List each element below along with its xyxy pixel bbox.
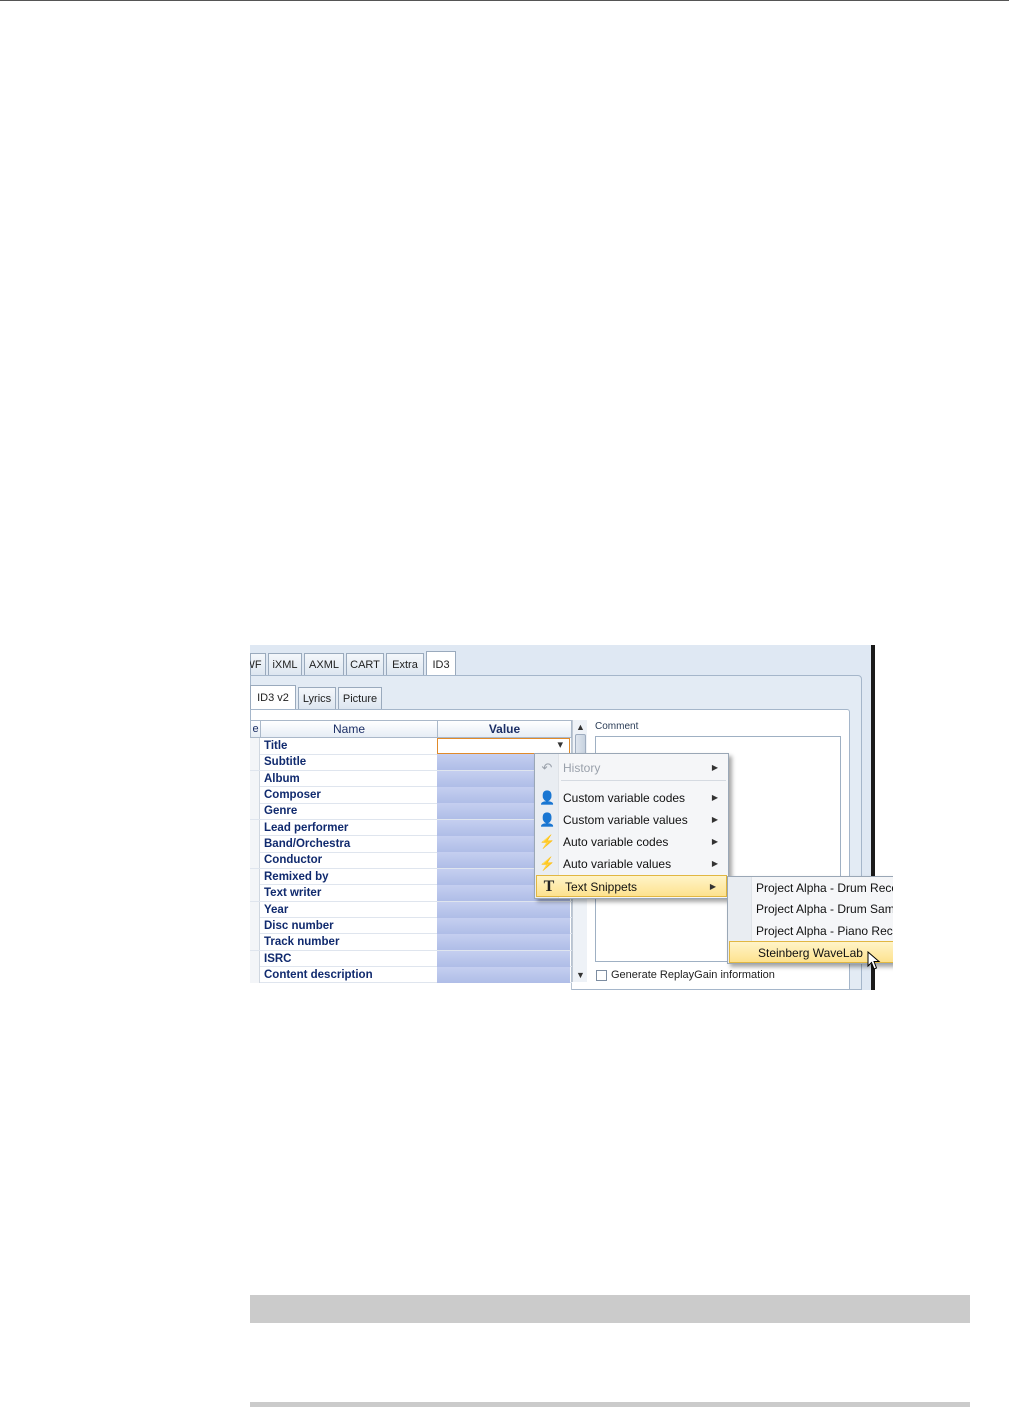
table-row[interactable]: Album (250, 770, 572, 788)
submenu-item-drum-recording[interactable]: Project Alpha - Drum Recording (728, 877, 893, 899)
metadata-grid: e Name Value Title ▾ Subtitle Album Composer… (250, 720, 572, 990)
table-row[interactable]: Genre (250, 803, 572, 820)
table-row[interactable]: Text writer (250, 885, 572, 902)
screenshot-panel: WF iXML AXML CART Extra ID3 ID3 v2 Lyric… (250, 645, 893, 990)
row-name: Track number (264, 936, 340, 949)
table-row[interactable]: Lead performer (250, 819, 572, 837)
mouse-cursor-icon (867, 951, 881, 970)
table-row[interactable]: Band/Orchestra (250, 836, 572, 853)
row-name: Remixed by (264, 870, 329, 883)
grid-header-name[interactable]: Name (260, 720, 438, 738)
row-name: Lead performer (264, 821, 349, 834)
row-name: Text writer (264, 887, 322, 900)
row-gutter (250, 803, 260, 820)
tab-extra[interactable]: Extra (386, 653, 424, 675)
row-name: ISRC (264, 952, 292, 965)
text-t-icon: T (543, 878, 555, 895)
menu-item-custom-variable-codes[interactable]: 👤 Custom variable codes ▶ (535, 787, 728, 809)
tab-cart[interactable]: CART (346, 653, 384, 675)
row-gutter (250, 738, 260, 754)
row-gutter (250, 917, 260, 934)
row-name: Conductor (264, 854, 323, 867)
submenu-arrow-icon: ▶ (711, 815, 718, 824)
submenu-arrow-icon: ▶ (711, 837, 718, 846)
tab-ixml[interactable]: iXML (268, 653, 302, 675)
tab-wf[interactable]: WF (250, 653, 266, 675)
menu-separator (561, 780, 726, 781)
row-name: Content description (264, 968, 373, 981)
submenu-arrow-icon: ▶ (711, 859, 718, 868)
row-gutter (250, 901, 260, 918)
undo-icon: ↶ (541, 760, 553, 775)
table-header-bar (250, 1295, 970, 1323)
row-gutter (250, 787, 260, 804)
auto-code-icon: ⚡ (539, 834, 556, 849)
row-name: Album (264, 772, 300, 785)
table-row[interactable]: Conductor (250, 852, 572, 869)
submenu-item-drum-sample[interactable]: Project Alpha - Drum Sample (728, 898, 893, 920)
submenu-arrow-icon: ▶ (711, 793, 718, 802)
row-gutter (250, 754, 260, 771)
table-row[interactable]: Content description (250, 966, 572, 984)
user-value-icon: 👤 (539, 812, 556, 827)
tab-id3[interactable]: ID3 (426, 651, 456, 677)
row-value-cell[interactable] (437, 917, 570, 934)
row-value-cell[interactable]: ▾ (437, 738, 570, 754)
table-row[interactable]: Remixed by (250, 868, 572, 886)
row-gutter (250, 836, 260, 853)
row-name: Composer (264, 789, 321, 802)
scroll-down-arrow-icon[interactable]: ▼ (573, 968, 588, 982)
auto-value-icon: ⚡ (539, 856, 556, 871)
user-code-icon: 👤 (539, 790, 556, 805)
grid-header-value[interactable]: Value (437, 720, 572, 738)
row-gutter (250, 950, 260, 967)
replaygain-checkbox[interactable] (596, 970, 607, 981)
row-gutter (250, 770, 260, 787)
menu-item-text-snippets[interactable]: T Text Snippets ▶ (536, 875, 727, 897)
row-value-cell[interactable] (437, 934, 570, 951)
tab-axml[interactable]: AXML (304, 653, 344, 675)
submenu-arrow-icon: ▶ (709, 882, 716, 891)
menu-item-auto-variable-codes[interactable]: ⚡ Auto variable codes ▶ (535, 831, 728, 853)
row-name: Year (264, 903, 289, 916)
comment-label: Comment (595, 721, 639, 732)
menu-item-auto-variable-values[interactable]: ⚡ Auto variable values ▶ (535, 853, 728, 875)
submenu-item-piano-recording[interactable]: Project Alpha - Piano Recording (728, 920, 893, 942)
row-gutter (250, 966, 260, 983)
context-menu: ↶ History ▶ 👤 Custom variable codes ▶ 👤 … (534, 753, 729, 899)
table-row[interactable]: Disc number (250, 917, 572, 935)
menu-item-custom-variable-values[interactable]: 👤 Custom variable values ▶ (535, 809, 728, 831)
table-row[interactable]: Title ▾ (250, 738, 572, 755)
table-row[interactable]: Composer (250, 787, 572, 804)
submenu-arrow-icon: ▶ (711, 763, 718, 772)
subtab-lyrics[interactable]: Lyrics (298, 687, 336, 709)
row-value-cell[interactable] (437, 966, 570, 983)
row-gutter (250, 934, 260, 951)
row-gutter (250, 852, 260, 869)
table-row[interactable]: Year (250, 901, 572, 918)
subtab-picture[interactable]: Picture (338, 687, 382, 709)
row-name: Band/Orchestra (264, 838, 351, 851)
tab-bar: WF iXML AXML CART Extra ID3 (250, 645, 872, 677)
row-gutter (250, 819, 260, 836)
row-name: Disc number (264, 919, 334, 932)
menu-item-history[interactable]: ↶ History ▶ (535, 757, 728, 779)
row-gutter (250, 868, 260, 885)
dropdown-arrow-icon[interactable]: ▾ (557, 738, 563, 751)
table-bottom-bar (250, 1402, 970, 1407)
table-row[interactable]: ISRC (250, 950, 572, 968)
table-row[interactable]: Track number (250, 934, 572, 951)
row-value-cell[interactable] (437, 950, 570, 967)
scroll-up-arrow-icon[interactable]: ▲ (573, 720, 588, 734)
row-name: Subtitle (264, 756, 307, 769)
subtab-id3v2[interactable]: ID3 v2 (250, 685, 296, 710)
row-gutter (250, 885, 260, 902)
replaygain-label: Generate ReplayGain information (611, 969, 775, 981)
row-name: Title (264, 740, 288, 752)
row-value-cell[interactable] (437, 901, 570, 918)
page-top-rule (0, 0, 1009, 1)
row-name: Genre (264, 805, 298, 818)
table-row[interactable]: Subtitle (250, 754, 572, 771)
